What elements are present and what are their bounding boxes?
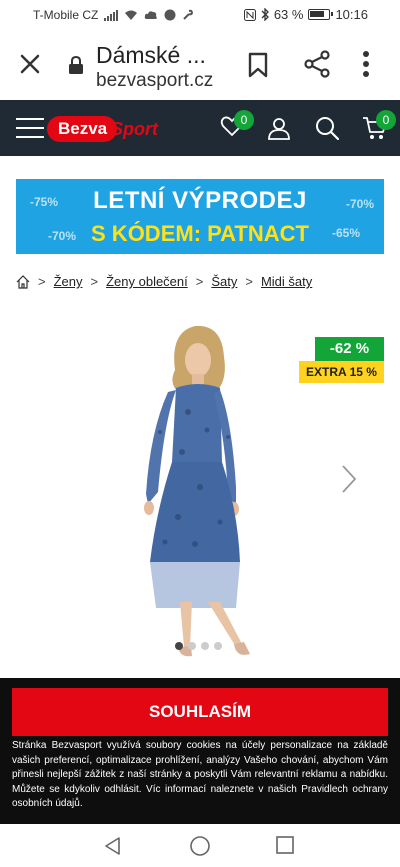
breadcrumb-item[interactable]: Ženy oblečení xyxy=(106,274,188,289)
agree-button[interactable]: SOUHLASÍM xyxy=(12,688,388,736)
wrench-icon xyxy=(183,9,194,20)
signal-icon xyxy=(104,9,119,21)
cloud-icon xyxy=(145,11,158,19)
logo-bezva: Bezva xyxy=(47,116,117,142)
wishlist-button[interactable]: 0 xyxy=(220,110,254,143)
page-title: Dámské ... xyxy=(96,42,206,68)
breadcrumb-item[interactable]: Midi šaty xyxy=(261,274,312,289)
gallery-dot[interactable] xyxy=(214,642,222,650)
gallery-dot[interactable] xyxy=(201,642,209,650)
bookmark-icon[interactable] xyxy=(247,52,269,78)
battery-percent: 63 % xyxy=(273,7,304,22)
banner-code: S KÓDEM: PATNACT xyxy=(91,221,309,246)
wishlist-count-badge: 0 xyxy=(234,110,254,130)
back-icon[interactable] xyxy=(103,836,123,856)
lock-icon xyxy=(69,56,83,74)
share-icon[interactable] xyxy=(303,50,331,78)
breadcrumb-separator: > xyxy=(38,274,46,289)
breadcrumb: > Ženy > Ženy oblečení > Šaty > Midi šat… xyxy=(16,274,312,289)
site-logo[interactable]: Bezva Sport xyxy=(47,116,175,142)
breadcrumb-separator: > xyxy=(195,274,204,289)
banner-title: LETNÍ VÝPRODEJ xyxy=(93,187,307,214)
more-options-icon[interactable] xyxy=(362,50,370,78)
cookie-consent-bar: SOUHLASÍM Stránka Bezvasport využívá sou… xyxy=(0,678,400,824)
home-icon[interactable] xyxy=(16,274,30,289)
gallery-dot[interactable] xyxy=(188,642,196,650)
menu-icon[interactable] xyxy=(16,118,44,138)
close-icon[interactable] xyxy=(18,52,42,76)
discount-badge: -62 % xyxy=(315,337,384,361)
bluetooth-icon xyxy=(261,8,269,21)
breadcrumb-separator: > xyxy=(245,274,253,289)
address-block[interactable]: Dámské ... bezvasport.cz xyxy=(96,41,236,93)
breadcrumb-item[interactable]: Šaty xyxy=(211,274,237,289)
promo-banner[interactable]: -75% -70% -70% -65% LETNÍ VÝPRODEJ S KÓD… xyxy=(16,179,384,254)
cart-button[interactable]: 0 xyxy=(362,110,396,145)
nfc-icon xyxy=(243,8,256,21)
page-domain: bezvasport.cz xyxy=(96,70,214,91)
carrier-label: T-Mobile CZ xyxy=(33,8,99,22)
chevron-right-icon[interactable] xyxy=(340,463,358,495)
status-bar: T-Mobile CZ 63 % 10:16 xyxy=(0,0,400,30)
home-button-icon[interactable] xyxy=(189,835,211,857)
cookie-text: Stránka Bezvasport využívá soubory cooki… xyxy=(12,740,388,810)
browser-toolbar: Dámské ... bezvasport.cz xyxy=(0,30,400,100)
system-nav-bar xyxy=(0,824,400,867)
gallery-dot[interactable] xyxy=(175,642,183,650)
recents-icon[interactable] xyxy=(276,836,294,854)
user-icon[interactable] xyxy=(267,116,291,140)
extra-discount-badge: EXTRA 15 % xyxy=(299,361,384,383)
logo-sport: Sport xyxy=(111,119,158,139)
battery-icon xyxy=(308,9,334,20)
wifi-icon xyxy=(125,10,138,20)
site-header: Bezva Sport 0 0 xyxy=(0,100,400,156)
search-icon[interactable] xyxy=(315,116,339,140)
breadcrumb-separator: > xyxy=(90,274,99,289)
cart-count-badge: 0 xyxy=(376,110,396,130)
breadcrumb-item[interactable]: Ženy xyxy=(54,274,83,289)
gallery-dots xyxy=(175,642,222,650)
app-icon xyxy=(164,9,176,21)
clock: 10:16 xyxy=(335,7,368,22)
